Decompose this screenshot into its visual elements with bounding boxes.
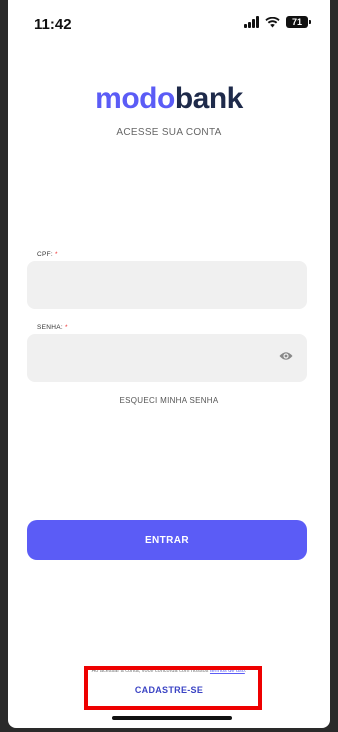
password-field-container [27,334,307,382]
cpf-label: CPF: * [37,251,58,258]
home-indicator [112,716,232,720]
signup-button[interactable]: CADASTRE-SE [8,685,330,695]
signal-icon [244,16,259,28]
status-time: 11:42 [34,16,72,33]
app-screen: 11:42 71 modobank ACESSE SUA CONTA CPF: *… [8,0,330,728]
brand-logo: modobank [95,82,243,115]
login-button[interactable]: ENTRAR [27,520,307,560]
wifi-icon [265,16,280,27]
cpf-input[interactable] [27,261,307,309]
show-password-eye-icon[interactable] [279,351,293,361]
forgot-password-link[interactable]: ESQUECI MINHA SENHA [8,396,330,405]
password-label: SENHA: * [37,324,68,331]
status-icons: 71 [244,16,311,28]
cpf-field-container [27,261,307,309]
status-bar: 11:42 71 [8,0,330,46]
password-input[interactable] [27,334,307,382]
battery-icon: 71 [286,16,311,28]
page-subtitle: ACESSE SUA CONTA [116,127,222,138]
